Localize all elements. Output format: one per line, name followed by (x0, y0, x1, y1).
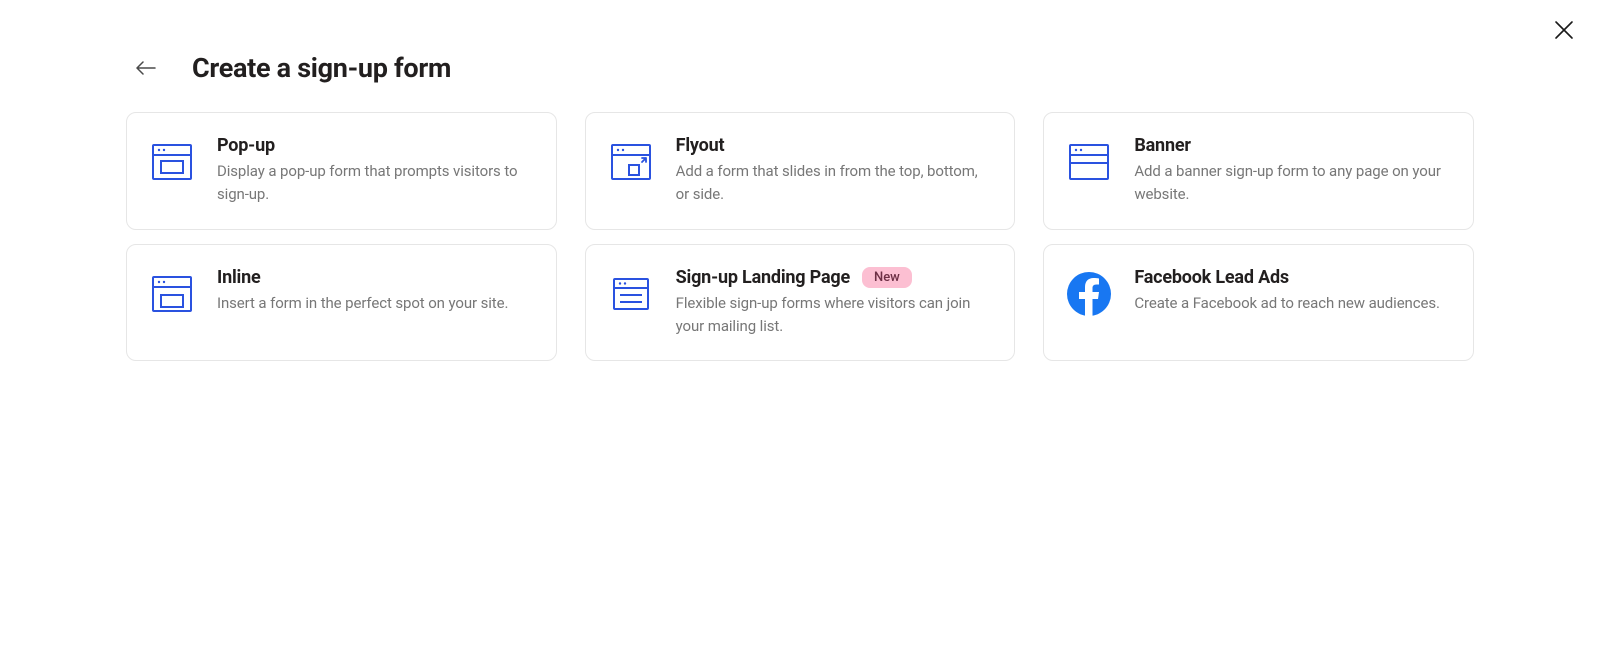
card-banner[interactable]: Banner Add a banner sign-up form to any … (1043, 112, 1474, 230)
new-badge: New (862, 267, 912, 288)
card-desc: Add a form that slides in from the top, … (676, 160, 991, 207)
card-popup[interactable]: Pop-up Display a pop-up form that prompt… (126, 112, 557, 230)
arrow-left-icon (136, 61, 156, 75)
card-desc: Insert a form in the perfect spot on you… (217, 292, 532, 315)
card-desc: Flexible sign-up forms where visitors ca… (676, 292, 991, 339)
inline-window-icon (149, 271, 195, 317)
banner-window-icon (1066, 139, 1112, 185)
card-desc: Create a Facebook ad to reach new audien… (1134, 292, 1449, 315)
card-title: Pop-up (217, 135, 275, 156)
close-button[interactable] (1552, 18, 1576, 42)
card-signup-landing[interactable]: Sign-up Landing Page New Flexible sign-u… (585, 244, 1016, 362)
back-button[interactable] (134, 56, 158, 80)
page-title: Create a sign-up form (192, 52, 451, 84)
card-desc: Display a pop-up form that prompts visit… (217, 160, 532, 207)
landing-page-icon (608, 271, 654, 317)
popup-window-icon (149, 139, 195, 185)
card-title: Sign-up Landing Page (676, 267, 850, 288)
close-icon (1554, 20, 1574, 40)
header: Create a sign-up form (126, 52, 1474, 84)
card-title: Banner (1134, 135, 1190, 156)
card-flyout[interactable]: Flyout Add a form that slides in from th… (585, 112, 1016, 230)
flyout-window-icon (608, 139, 654, 185)
card-title: Inline (217, 267, 261, 288)
facebook-icon (1066, 271, 1112, 317)
card-title: Flyout (676, 135, 725, 156)
card-facebook-lead-ads[interactable]: Facebook Lead Ads Create a Facebook ad t… (1043, 244, 1474, 362)
card-title: Facebook Lead Ads (1134, 267, 1289, 288)
card-inline[interactable]: Inline Insert a form in the perfect spot… (126, 244, 557, 362)
card-desc: Add a banner sign-up form to any page on… (1134, 160, 1449, 207)
cards-grid: Pop-up Display a pop-up form that prompt… (126, 112, 1474, 361)
